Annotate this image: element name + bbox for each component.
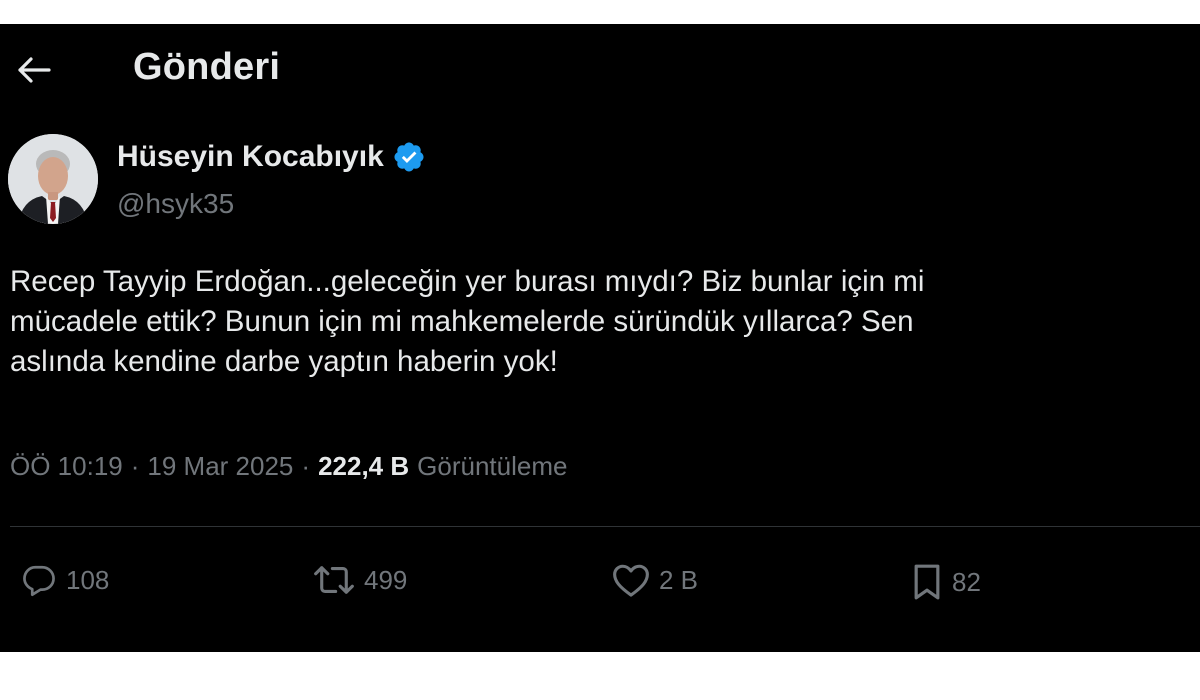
avatar[interactable] bbox=[8, 134, 98, 224]
post-date[interactable]: 19 Mar 2025 bbox=[147, 451, 293, 482]
action-bar: 108 499 2 B 82 bbox=[0, 554, 1200, 614]
author-handle[interactable]: @hsyk35 bbox=[117, 188, 234, 220]
reply-button[interactable]: 108 bbox=[20, 562, 109, 598]
reply-count: 108 bbox=[66, 564, 110, 595]
top-bar: Gönderi bbox=[0, 24, 1200, 114]
post-view: Gönderi Hüseyin Kocabıyık @hsyk35 Recep … bbox=[0, 24, 1200, 652]
post-metadata: ÖÖ 10:19 · 19 Mar 2025 · 222,4 B Görüntü… bbox=[10, 451, 567, 482]
like-count: 2 B bbox=[659, 564, 699, 595]
author-name-row: Hüseyin Kocabıyık bbox=[117, 140, 426, 174]
heart-icon bbox=[613, 564, 649, 597]
tweet-text-line: Recep Tayyip Erdoğan...geleceğin yer bur… bbox=[10, 265, 925, 298]
author-block: Hüseyin Kocabıyık @hsyk35 bbox=[0, 130, 1200, 230]
repost-count: 499 bbox=[364, 564, 408, 595]
tweet-text-line: aslında kendine darbe yaptın haberin yok… bbox=[10, 345, 558, 378]
avatar-image bbox=[8, 134, 98, 224]
divider bbox=[10, 526, 1200, 527]
tweet-text: Recep Tayyip Erdoğan...geleceğin yer bur… bbox=[10, 262, 1190, 382]
bookmark-icon bbox=[914, 564, 940, 600]
verified-badge-icon bbox=[394, 142, 424, 172]
views-count[interactable]: 222,4 B bbox=[318, 451, 409, 482]
bookmark-button[interactable]: 82 bbox=[910, 562, 981, 602]
repost-icon bbox=[314, 566, 354, 594]
back-button[interactable] bbox=[14, 50, 54, 90]
bookmark-count: 82 bbox=[952, 566, 981, 597]
like-button[interactable]: 2 B bbox=[611, 562, 698, 598]
reply-icon bbox=[23, 565, 55, 597]
separator: · bbox=[301, 451, 311, 481]
tweet-text-line: mücadele ettik? Bunun için mi mahkemeler… bbox=[10, 305, 914, 338]
arrow-left-icon bbox=[18, 57, 51, 83]
repost-button[interactable]: 499 bbox=[312, 562, 407, 598]
post-time[interactable]: ÖÖ 10:19 bbox=[10, 451, 123, 482]
page-title: Gönderi bbox=[133, 46, 281, 88]
views-label: Görüntüleme bbox=[417, 451, 568, 481]
author-name[interactable]: Hüseyin Kocabıyık bbox=[117, 140, 384, 174]
separator: · bbox=[130, 451, 140, 481]
